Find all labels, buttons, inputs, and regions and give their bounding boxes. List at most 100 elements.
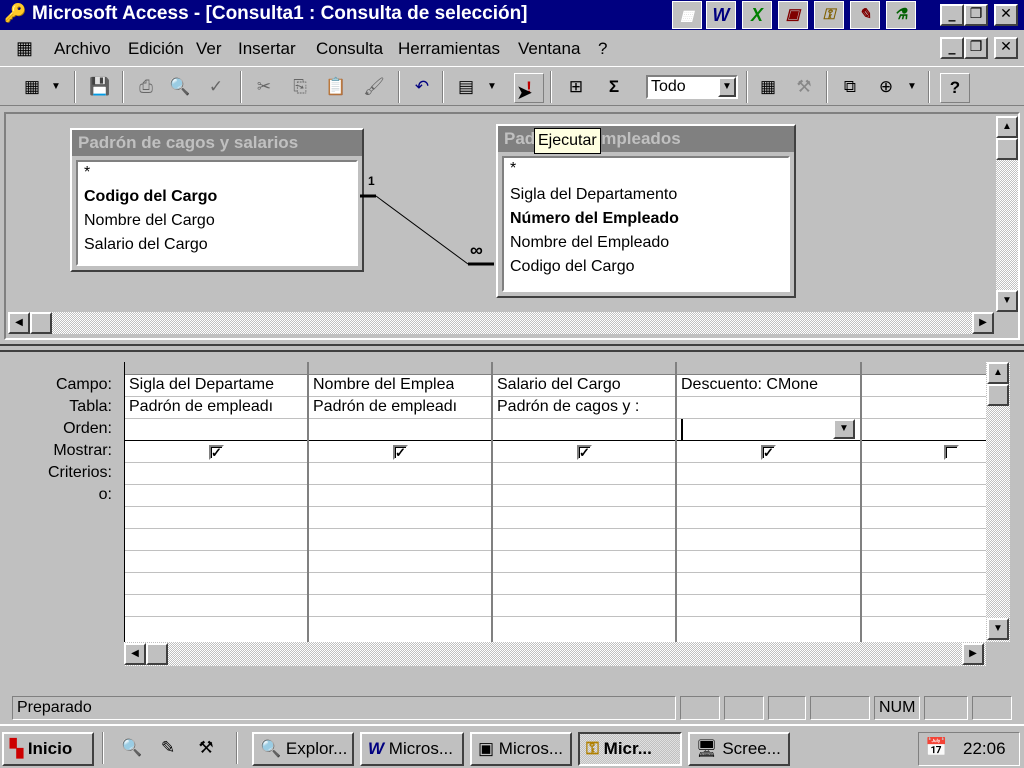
scroll-thumb[interactable]: [146, 643, 168, 665]
grid-column-2[interactable]: Nombre del Emplea Padrón de empleadı ✓: [309, 362, 493, 642]
access-key-icon[interactable]: 🔑: [4, 3, 26, 24]
campo-cell[interactable]: Nombre del Emplea: [313, 376, 454, 394]
field-item[interactable]: Codigo del Cargo: [510, 258, 635, 276]
explorer-quick-icon[interactable]: 🔍: [118, 734, 146, 762]
scroll-thumb[interactable]: [987, 384, 1009, 406]
field-item[interactable]: *: [84, 164, 90, 182]
field-item[interactable]: Nombre del Empleado: [510, 234, 669, 252]
column-selector[interactable]: [493, 362, 675, 375]
properties-icon[interactable]: ▦: [754, 73, 782, 101]
grid-column-5[interactable]: [862, 362, 986, 642]
campo-cell[interactable]: Salario del Cargo: [497, 376, 621, 394]
scroll-down-icon[interactable]: ▼: [996, 290, 1018, 312]
table-cargos[interactable]: Padrón de cagos y salarios * Codigo del …: [70, 128, 364, 272]
column-selector[interactable]: [862, 362, 986, 375]
word-icon[interactable]: W: [706, 1, 736, 29]
mostrar-checkbox[interactable]: [944, 445, 959, 460]
scroll-left-icon[interactable]: ◀: [124, 643, 146, 665]
field-item[interactable]: Codigo del Cargo: [84, 188, 217, 206]
table-cargos-title[interactable]: Padrón de cagos y salarios: [72, 130, 362, 156]
task-word[interactable]: W Micros...: [360, 732, 464, 766]
setup-icon[interactable]: ⚗: [886, 1, 916, 29]
scroll-up-icon[interactable]: ▲: [987, 362, 1009, 384]
copy-icon[interactable]: ⎘: [286, 73, 314, 101]
field-item[interactable]: *: [510, 160, 516, 178]
field-item[interactable]: Salario del Cargo: [84, 236, 208, 254]
task-powerpoint[interactable]: ▣ Micros...: [470, 732, 572, 766]
builder-icon[interactable]: ⚒: [790, 73, 818, 101]
start-button[interactable]: ▚ Inicio: [2, 732, 94, 766]
excel-icon[interactable]: X: [742, 1, 772, 29]
query-type-dropdown-icon[interactable]: ▼: [484, 73, 500, 101]
menu-herramientas[interactable]: Herramientas: [398, 39, 500, 59]
print-preview-icon[interactable]: 🔍: [166, 73, 194, 101]
field-item[interactable]: Nombre del Cargo: [84, 212, 215, 230]
paste-icon[interactable]: 📋: [322, 73, 350, 101]
scroll-right-icon[interactable]: ▶: [972, 312, 994, 334]
column-selector[interactable]: [677, 362, 860, 375]
scroll-down-icon[interactable]: ▼: [987, 618, 1009, 640]
mostrar-checkbox[interactable]: ✓: [393, 445, 408, 460]
mostrar-checkbox[interactable]: ✓: [577, 445, 592, 460]
edit-quick-icon[interactable]: ✎: [154, 734, 182, 762]
task-screen[interactable]: 🖥 Scree...: [688, 732, 790, 766]
tools-quick-icon[interactable]: ⚒: [192, 734, 220, 762]
chevron-down-icon[interactable]: ▼: [833, 419, 855, 439]
office-icon[interactable]: ▦: [672, 1, 702, 29]
scheduler-icon[interactable]: 📅: [925, 737, 947, 758]
menu-ventana[interactable]: Ventana: [518, 39, 580, 59]
minimize-button[interactable]: _: [940, 4, 964, 26]
menu-ver[interactable]: Ver: [196, 39, 222, 59]
close-button[interactable]: ✕: [994, 4, 1018, 26]
menu-insertar[interactable]: Insertar: [238, 39, 296, 59]
orden-dropdown[interactable]: ▼: [681, 419, 857, 440]
grid-horizontal-scrollbar[interactable]: ◀ ▶: [124, 642, 986, 666]
scroll-right-icon[interactable]: ▶: [962, 643, 984, 665]
mostrar-checkbox[interactable]: ✓: [761, 445, 776, 460]
spelling-icon[interactable]: ✓: [202, 73, 230, 101]
doc-minimize-button[interactable]: _: [940, 37, 964, 59]
task-explorer[interactable]: 🔍 Explor...: [252, 732, 354, 766]
upper-vertical-scrollbar[interactable]: ▲ ▼: [996, 116, 1018, 312]
powerpoint-icon[interactable]: ▣: [778, 1, 808, 29]
undo-icon[interactable]: ↶: [408, 73, 436, 101]
new-object-dropdown-icon[interactable]: ▼: [904, 73, 920, 101]
doc-restore-button[interactable]: ❐: [964, 37, 988, 59]
scroll-left-icon[interactable]: ◀: [8, 312, 30, 334]
cut-icon[interactable]: ✂: [250, 73, 278, 101]
tabla-cell[interactable]: Padrón de empleadı: [313, 398, 457, 416]
campo-cell[interactable]: Sigla del Departame: [129, 376, 274, 394]
menu-edicion[interactable]: Edición: [128, 39, 184, 59]
notes-icon[interactable]: ✎: [850, 1, 880, 29]
database-window-icon[interactable]: ⧉: [836, 73, 864, 101]
grid-vertical-scrollbar[interactable]: ▲ ▼: [986, 362, 1010, 642]
grid-column-1[interactable]: Sigla del Departame Padrón de empleadı ✓: [125, 362, 309, 642]
new-object-icon[interactable]: ⊕: [872, 73, 900, 101]
column-selector[interactable]: [309, 362, 491, 375]
view-dropdown-icon[interactable]: ▼: [48, 73, 64, 101]
chevron-down-icon[interactable]: ▼: [718, 77, 736, 97]
totals-icon[interactable]: Σ: [600, 73, 628, 101]
grid-column-3[interactable]: Salario del Cargo Padrón de cagos y : ✓: [493, 362, 677, 642]
save-icon[interactable]: 💾: [86, 73, 114, 101]
field-item[interactable]: Sigla del Departamento: [510, 186, 677, 204]
menu-consulta[interactable]: Consulta: [316, 39, 383, 59]
help-icon[interactable]: ?: [940, 73, 970, 103]
show-table-icon[interactable]: ⊞: [562, 73, 590, 101]
task-access[interactable]: ⚿ Micr...: [578, 732, 682, 766]
menu-help[interactable]: ?: [598, 39, 607, 59]
upper-horizontal-scrollbar[interactable]: ◀ ▶: [8, 312, 994, 334]
column-selector[interactable]: [125, 362, 307, 375]
field-item[interactable]: Número del Empleado: [510, 210, 679, 228]
scroll-thumb[interactable]: [30, 312, 52, 334]
access-icon[interactable]: ⚿: [814, 1, 844, 29]
print-icon[interactable]: ⎙: [132, 73, 160, 101]
tabla-cell[interactable]: Padrón de empleadı: [129, 398, 273, 416]
top-values-combo[interactable]: Todo ▼: [646, 75, 738, 99]
tabla-cell[interactable]: Padrón de cagos y :: [497, 398, 639, 416]
pane-splitter[interactable]: [0, 344, 1024, 352]
maximize-button[interactable]: ❐: [964, 4, 988, 26]
clock[interactable]: 22:06: [963, 739, 1006, 759]
menu-archivo[interactable]: Archivo: [54, 39, 111, 59]
query-type-icon[interactable]: ▤: [452, 73, 480, 101]
